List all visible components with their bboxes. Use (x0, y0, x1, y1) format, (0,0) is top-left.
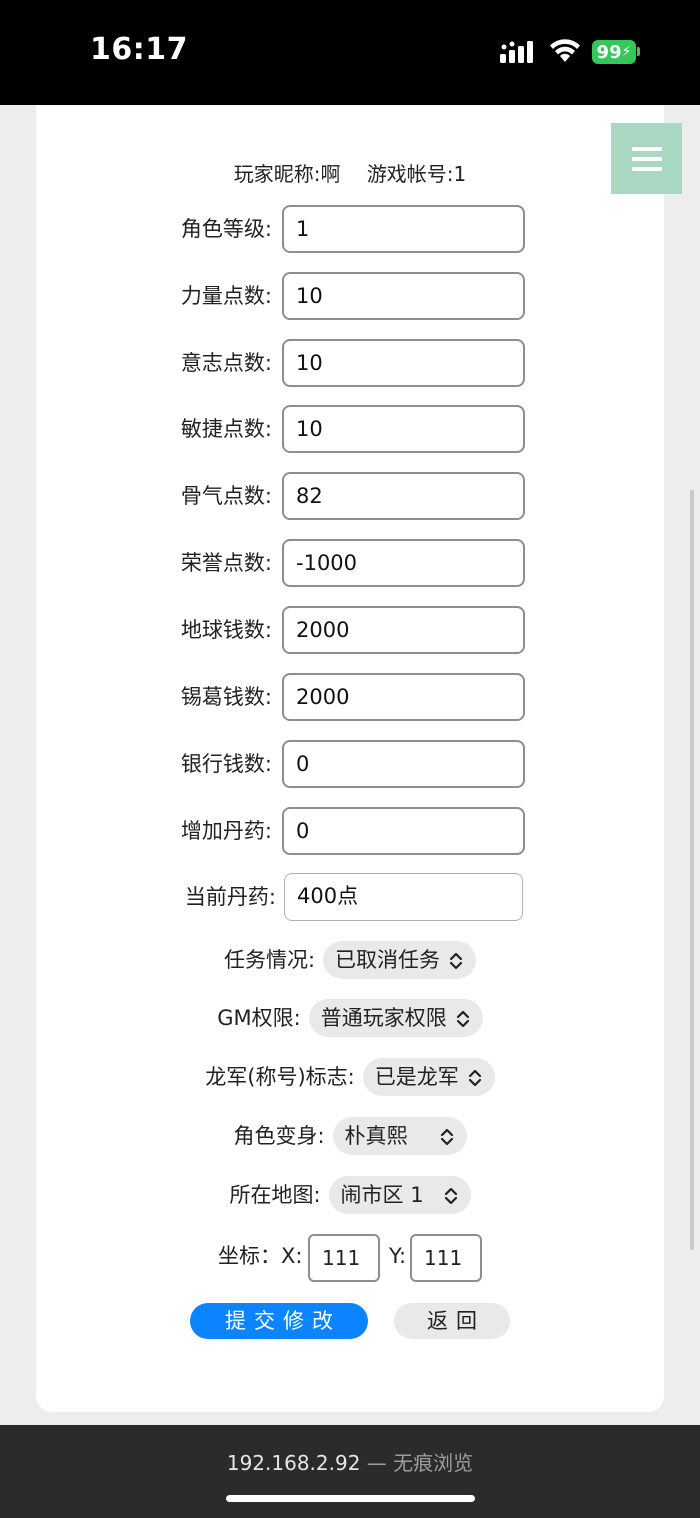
select-label: 所在地图: (229, 1183, 321, 1207)
field-row-will: 意志点数: 10 (0, 339, 700, 387)
field-label: 当前丹药: (184, 885, 276, 909)
field-row-strength: 力量点数: 10 (0, 272, 700, 320)
field-row-agility: 敏捷点数: 10 (0, 405, 700, 453)
browser-bar: 192.168.2.92 — 无痕浏览 (0, 1425, 700, 1518)
field-row-earth-money: 地球钱数: 2000 (0, 606, 700, 654)
gm-permission-select[interactable]: 普通玩家权限 (308, 999, 483, 1037)
select-row-task: 任务情况: 已取消任务 (0, 941, 700, 979)
select-label: 任务情况: (223, 948, 316, 972)
coord-x-input[interactable]: 111 (308, 1234, 380, 1282)
chevron-updown-icon (440, 1128, 453, 1146)
battery-tip (637, 47, 640, 56)
select-row-dragon: 龙军(称号)标志: 已是龙军 (0, 1058, 700, 1096)
chevron-updown-icon (449, 952, 463, 970)
field-row-bank-money: 银行钱数: 0 (0, 740, 700, 788)
select-row-gm: GM权限: 普通玩家权限 (0, 999, 700, 1037)
field-row-honor: 荣誉点数: -1000 (0, 539, 700, 587)
field-row-current-pills: 当前丹药: 400点 (0, 873, 700, 921)
field-label: 增加丹药: (180, 819, 272, 843)
clock: 16:17 (90, 32, 188, 67)
dragon-army-select[interactable]: 已是龙军 (362, 1058, 495, 1096)
back-button[interactable]: 返回 (394, 1303, 510, 1339)
wifi-icon (550, 39, 580, 62)
chevron-updown-icon (468, 1069, 481, 1087)
coord-x-label: 坐标：X: (218, 1244, 303, 1268)
coord-y-input[interactable]: 111 (410, 1234, 482, 1282)
field-row-add-pills: 增加丹药: 0 (0, 807, 700, 855)
field-row-spirit: 骨气点数: 82 (0, 472, 700, 520)
spirit-input[interactable]: 82 (282, 472, 525, 520)
select-row-map: 所在地图: 闹市区 1 (0, 1176, 700, 1214)
field-label: 敏捷点数: (180, 417, 272, 441)
chevron-updown-icon (444, 1187, 457, 1205)
task-status-select[interactable]: 已取消任务 (323, 941, 477, 979)
url-separator: — (366, 1451, 387, 1475)
status-bar: 16:17 99 ⚡ (0, 0, 700, 105)
submit-button[interactable]: 提交修改 (190, 1303, 368, 1339)
will-input[interactable]: 10 (282, 339, 525, 387)
field-label: 锡葛钱数: (180, 685, 272, 709)
transform-select[interactable]: 朴真熙 (332, 1117, 467, 1155)
current-pills-field: 400点 (284, 873, 523, 921)
select-label: GM权限: (217, 1006, 301, 1030)
battery-icon: 99 ⚡ (592, 40, 636, 64)
select-row-transform: 角色变身: 朴真熙 (0, 1117, 700, 1155)
xige-money-input[interactable]: 2000 (282, 673, 525, 721)
agility-input[interactable]: 10 (282, 405, 525, 453)
field-label: 角色等级: (180, 217, 272, 241)
bank-money-input[interactable]: 0 (282, 740, 525, 788)
earth-money-input[interactable]: 2000 (282, 606, 525, 654)
private-mode-label: 无痕浏览 (393, 1451, 474, 1475)
battery-level: 99 (596, 41, 622, 63)
level-input[interactable]: 1 (282, 205, 525, 253)
select-label: 龙军(称号)标志: (205, 1065, 355, 1089)
strength-input[interactable]: 10 (282, 272, 525, 320)
chevron-updown-icon (456, 1010, 469, 1028)
field-label: 力量点数: (180, 284, 272, 308)
field-label: 意志点数: (180, 351, 272, 375)
add-pills-input[interactable]: 0 (282, 807, 525, 855)
coord-y-label: Y: (389, 1244, 407, 1268)
player-info: 玩家昵称:啊 游戏帐号:1 (0, 158, 700, 187)
coordinates-row: 坐标：X: 111 Y: 111 (0, 1234, 700, 1282)
honor-input[interactable]: -1000 (282, 539, 525, 587)
field-label: 地球钱数: (180, 618, 272, 642)
cellular-signal-icon (500, 41, 533, 63)
field-row-level: 角色等级: 1 (0, 205, 700, 253)
game-account: 游戏帐号:1 (366, 162, 467, 186)
field-label: 骨气点数: (180, 484, 272, 508)
select-label: 角色变身: (233, 1124, 325, 1148)
field-label: 荣誉点数: (180, 551, 272, 575)
player-nickname: 玩家昵称:啊 (233, 162, 341, 186)
home-indicator[interactable] (226, 1495, 475, 1502)
url-text: 192.168.2.92 (226, 1451, 361, 1475)
address-bar[interactable]: 192.168.2.92 — 无痕浏览 (0, 1447, 700, 1476)
map-select[interactable]: 闹市区 1 (328, 1176, 471, 1214)
field-row-xige-money: 锡葛钱数: 2000 (0, 673, 700, 721)
field-label: 银行钱数: (180, 752, 272, 776)
